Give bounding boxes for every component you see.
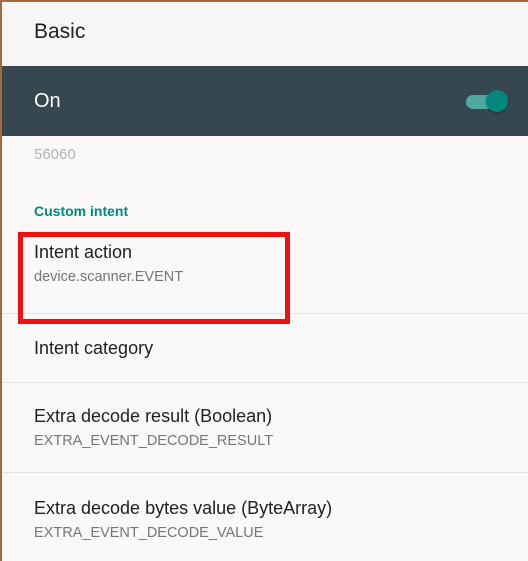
switch-thumb (486, 90, 508, 112)
master-switch-bar[interactable]: On (2, 66, 528, 136)
category-header-custom-intent: Custom intent (34, 203, 129, 219)
pref-title: Intent action (34, 242, 133, 262)
page-title: Basic (2, 2, 528, 66)
settings-screen: Basic On 56060 Custom intent Intent acti… (0, 0, 528, 561)
pref-title: Extra decode bytes value (ByteArray) (34, 498, 333, 518)
port-value: 56060 (34, 146, 76, 163)
pref-summary: EXTRA_EVENT_DECODE_RESULT (34, 433, 274, 449)
pref-title: Extra decode result (Boolean) (34, 406, 273, 426)
pref-extra-decode-result[interactable]: Extra decode result (Boolean) EXTRA_EVEN… (2, 383, 528, 473)
pref-extra-decode-bytes[interactable]: Extra decode bytes value (ByteArray) EXT… (2, 473, 528, 553)
pref-intent-category[interactable]: Intent category (2, 314, 528, 383)
pref-intent-action[interactable]: Intent action device.scanner.EVENT (2, 220, 528, 314)
pref-title: Intent category (34, 338, 154, 358)
pref-summary: EXTRA_EVENT_DECODE_VALUE (34, 525, 264, 541)
pref-summary: device.scanner.EVENT (34, 269, 184, 285)
toggle-switch[interactable] (466, 90, 508, 112)
switch-label: On (34, 89, 61, 112)
